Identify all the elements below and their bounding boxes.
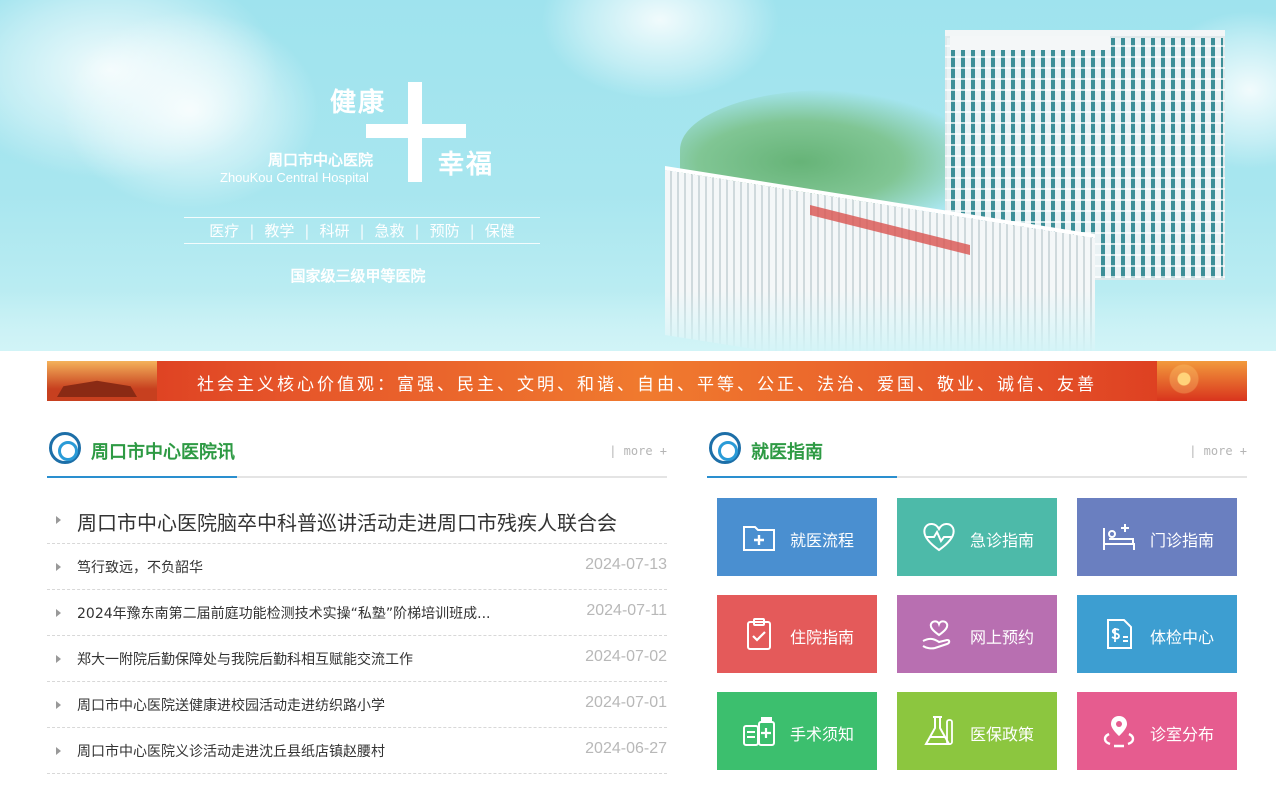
tile-label: 急诊指南	[970, 531, 1035, 550]
triangle-bullet-icon	[56, 747, 61, 755]
list-item[interactable]: 笃行致远，不负韶华 2024-07-13	[47, 544, 667, 590]
tile-label: 住院指南	[790, 628, 855, 647]
news-date: 2024-07-02	[585, 648, 667, 665]
divider	[184, 243, 540, 244]
tile-label: 就医流程	[790, 531, 855, 550]
news-date: 2024-07-11	[586, 602, 667, 619]
tile-label: 诊室分布	[1150, 725, 1215, 744]
hospital-emblem-icon	[49, 432, 81, 464]
medicine-kit-icon	[741, 714, 777, 748]
slogan-health: 健康	[330, 88, 387, 118]
news-section-title: 周口市中心医院讯	[91, 442, 235, 463]
news-title[interactable]: 笃行致远，不负韶华	[77, 557, 203, 577]
news-title[interactable]: 周口市中心医院送健康进校园活动走进纺织路小学	[77, 695, 385, 715]
news-section-header: 周口市中心医院讯 | more +	[47, 432, 667, 480]
triangle-bullet-icon	[56, 516, 61, 524]
news-title[interactable]: 2024年豫东南第二届前庭功能检测技术实操“私塾”阶梯培训班成...	[77, 603, 490, 623]
news-title[interactable]: 郑大一附院后勤保障处与我院后勤科相互赋能交流工作	[77, 649, 413, 669]
clipboard-check-icon	[741, 617, 777, 651]
news-list: 周口市中心医院脑卒中科普巡讲活动走进周口市残疾人联合会 笃行致远，不负韶华 20…	[47, 498, 667, 774]
heart-pulse-icon	[921, 520, 957, 554]
tile-clinic-map[interactable]: 诊室分布	[1077, 692, 1237, 770]
hospital-grade: 国家级三级甲等医院	[290, 267, 426, 285]
list-item[interactable]: 周口市中心医院义诊活动走进沈丘县纸店镇赵腰村 2024-06-27	[47, 728, 667, 774]
tile-label: 门诊指南	[1150, 531, 1215, 550]
guide-section-title: 就医指南	[751, 442, 823, 463]
function-item: 保健	[484, 222, 515, 240]
list-item[interactable]: 周口市中心医院送健康进校园活动走进纺织路小学 2024-07-01	[47, 682, 667, 728]
triangle-bullet-icon	[56, 563, 61, 571]
flask-icon	[921, 714, 957, 748]
function-item: 科研	[319, 222, 350, 240]
tile-online-appointment[interactable]: 网上预约	[897, 595, 1057, 673]
core-values-banner: 社会主义核心价值观：富强、民主、文明、和谐、自由、平等、公正、法治、爱国、敬业、…	[47, 361, 1247, 401]
core-values-text: 社会主义核心价值观：富强、民主、文明、和谐、自由、平等、公正、法治、爱国、敬业、…	[197, 375, 1097, 395]
list-item[interactable]: 郑大一附院后勤保障处与我院后勤科相互赋能交流工作 2024-07-02	[47, 636, 667, 682]
hero-banner: 健康 幸福 周口市中心医院 ZhouKou Central Hospital 医…	[0, 0, 1276, 351]
slogan-happiness: 幸福	[438, 150, 495, 180]
function-item: 急救	[374, 222, 405, 240]
triangle-bullet-icon	[56, 609, 61, 617]
guide-more-link[interactable]: | more +	[1189, 444, 1247, 458]
tile-inpatient-guide[interactable]: 住院指南	[717, 595, 877, 673]
medical-bill-icon	[1101, 617, 1137, 651]
news-title[interactable]: 周口市中心医院义诊活动走进沈丘县纸店镇赵腰村	[77, 741, 385, 761]
tile-label: 手术须知	[790, 725, 855, 744]
news-lead-title[interactable]: 周口市中心医院脑卒中科普巡讲活动走进周口市残疾人联合会	[77, 507, 617, 536]
news-date: 2024-07-01	[585, 694, 667, 711]
guide-section-header: 就医指南 | more +	[707, 432, 1247, 480]
tile-label: 体检中心	[1150, 628, 1215, 647]
tile-label: 医保政策	[970, 725, 1035, 744]
location-pin-icon	[1101, 714, 1137, 748]
tile-insurance-policy[interactable]: 医保政策	[897, 692, 1057, 770]
hospital-emblem-icon	[709, 432, 741, 464]
hospital-name-cn: 周口市中心医院	[268, 151, 374, 169]
function-item: 预防	[429, 222, 460, 240]
hand-heart-icon	[921, 617, 957, 651]
tile-emergency-guide[interactable]: 急诊指南	[897, 498, 1057, 576]
divider	[184, 217, 540, 218]
news-date: 2024-07-13	[585, 556, 667, 573]
news-lead-item[interactable]: 周口市中心医院脑卒中科普巡讲活动走进周口市残疾人联合会	[47, 498, 667, 544]
function-item: 教学	[264, 222, 295, 240]
function-list: 医疗 | 教学 | 科研 | 急救 | 预防 | 保健	[209, 221, 515, 241]
function-item: 医疗	[209, 222, 240, 240]
guide-tiles: 就医流程 急诊指南 门诊指南 住院指南 网上预约 体检中心 手术须知 医保政策 …	[717, 498, 1237, 778]
folder-plus-icon	[741, 520, 777, 554]
hospital-bed-icon	[1101, 520, 1137, 554]
tile-outpatient-guide[interactable]: 门诊指南	[1077, 498, 1237, 576]
news-date: 2024-06-27	[585, 740, 667, 757]
hospital-logo-block: 健康 幸福 周口市中心医院 ZhouKou Central Hospital 医…	[180, 78, 550, 298]
triangle-bullet-icon	[56, 701, 61, 709]
hospital-name-en: ZhouKou Central Hospital	[220, 170, 369, 185]
tile-surgery-notice[interactable]: 手术须知	[717, 692, 877, 770]
tile-label: 网上预约	[970, 628, 1035, 647]
list-item[interactable]: 2024年豫东南第二届前庭功能检测技术实操“私塾”阶梯培训班成... 2024-…	[47, 590, 667, 636]
news-more-link[interactable]: | more +	[609, 444, 667, 458]
tile-visit-process[interactable]: 就医流程	[717, 498, 877, 576]
triangle-bullet-icon	[56, 655, 61, 663]
tile-health-checkup[interactable]: 体检中心	[1077, 595, 1237, 673]
